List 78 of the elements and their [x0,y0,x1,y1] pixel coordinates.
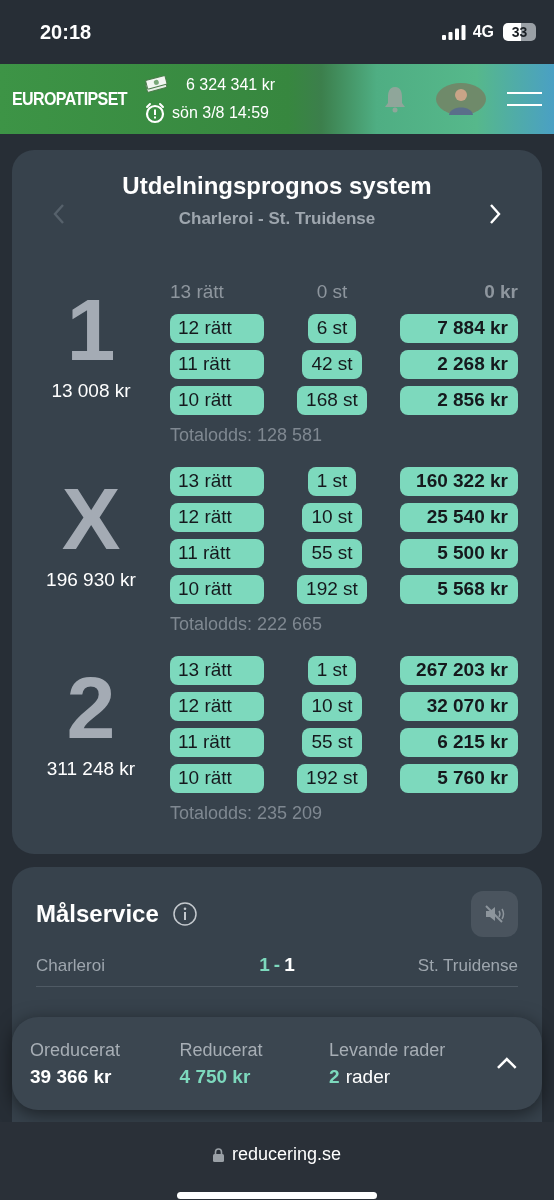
payout-pill: 7 884 kr [400,313,518,343]
away-score: 1 [284,953,295,978]
payout-pill: 160 322 kr [400,466,518,496]
correct-count-pill: 11 rätt [170,538,264,568]
menu-icon[interactable] [507,92,542,106]
correct-count-pill: 13 rätt [170,655,264,685]
money-icon [144,76,168,94]
battery-indicator: 33 [503,23,536,41]
payout-pill: 25 540 kr [400,502,518,532]
winners-count: 0 st [316,279,348,304]
payout-pill: 2 856 kr [400,385,518,415]
info-icon[interactable] [172,902,197,926]
outcome-sign: X [61,477,121,561]
winners-pill: 42 st [302,349,362,379]
correct-count-pill: 12 rätt [170,313,264,343]
outcome-sign: 2 [66,666,116,750]
payout-pill: 2 268 kr [400,349,518,379]
winners-pill: 192 st [297,763,367,793]
correct-count-pill: 10 rätt [170,763,264,793]
avatar-icon[interactable] [436,83,486,115]
winners-pill: 55 st [302,727,362,757]
card-title: Utdelningsprognos system [122,171,432,201]
payout-pill: 32 070 kr [400,691,518,721]
winners-pill: 168 st [297,385,367,415]
score-separator: - [273,953,281,978]
correct-count-pill: 12 rätt [170,502,264,532]
outcome-sign: 1 [66,288,116,372]
summary-value: 2 [329,1064,340,1089]
brand-logo: EUROPATIPSET [12,87,129,111]
payout-pill: 6 215 kr [400,727,518,757]
home-score: 1 [259,953,270,978]
correct-count-pill: 11 rätt [170,349,264,379]
outcome-amount: 13 008 kr [51,379,131,403]
winners-pill: 1 st [307,655,357,685]
home-team: Charleroi [36,954,106,977]
network-label: 4G [472,22,494,42]
correct-count-pill: 10 rätt [170,574,264,604]
jackpot-amount: 6 324 341 kr [186,75,275,95]
payout-pill: 267 203 kr [400,655,518,685]
summary-value: 39 366 kr [30,1064,112,1089]
summary-label: Reducerat [179,1038,264,1062]
payout-pill: 5 568 kr [400,574,518,604]
correct-count-pill: 13 rätt [170,466,264,496]
payout-pill: 5 500 kr [400,538,518,568]
correct-count-label: 13 rätt [170,279,224,304]
total-odds: Totalodds: 128 581 [170,424,324,447]
url-text[interactable]: reducering.se [231,1141,342,1168]
away-team: St. Truidense [417,954,518,977]
summary-label: Levande rader [329,1038,447,1062]
outcome-amount: 196 930 kr [46,568,136,592]
match-subtitle: Charleroi - St. Truidense [178,208,376,230]
muted-speaker-icon [483,904,506,924]
mute-button[interactable] [471,891,518,937]
total-odds: Totalodds: 222 665 [170,613,324,636]
winners-pill: 192 st [297,574,367,604]
lock-icon [212,1147,224,1162]
total-odds: Totalodds: 235 209 [170,802,324,825]
correct-count-pill: 12 rätt [170,691,264,721]
deadline-text: sön 3/8 14:59 [172,103,269,123]
winners-pill: 6 st [307,313,357,343]
correct-count-pill: 11 rätt [170,727,264,757]
winners-pill: 10 st [302,502,362,532]
winners-pill: 1 st [307,466,357,496]
chevron-right-icon[interactable] [488,203,502,225]
winners-pill: 55 st [302,538,362,568]
correct-count-pill: 10 rätt [170,385,264,415]
section-title: Målservice [36,899,159,929]
signal-icon [441,24,466,40]
alarm-clock-icon [144,102,166,124]
winners-pill: 10 st [302,691,362,721]
outcome-amount: 311 248 kr [46,757,136,781]
chevron-up-icon[interactable] [496,1057,518,1070]
summary-unit: rader [345,1064,391,1089]
summary-value: 4 750 kr [179,1064,251,1089]
summary-label: Oreducerat [30,1038,122,1062]
payout-pill: 5 760 kr [400,763,518,793]
payout-amount: 0 kr [484,279,518,304]
clock-time: 20:18 [40,20,92,45]
